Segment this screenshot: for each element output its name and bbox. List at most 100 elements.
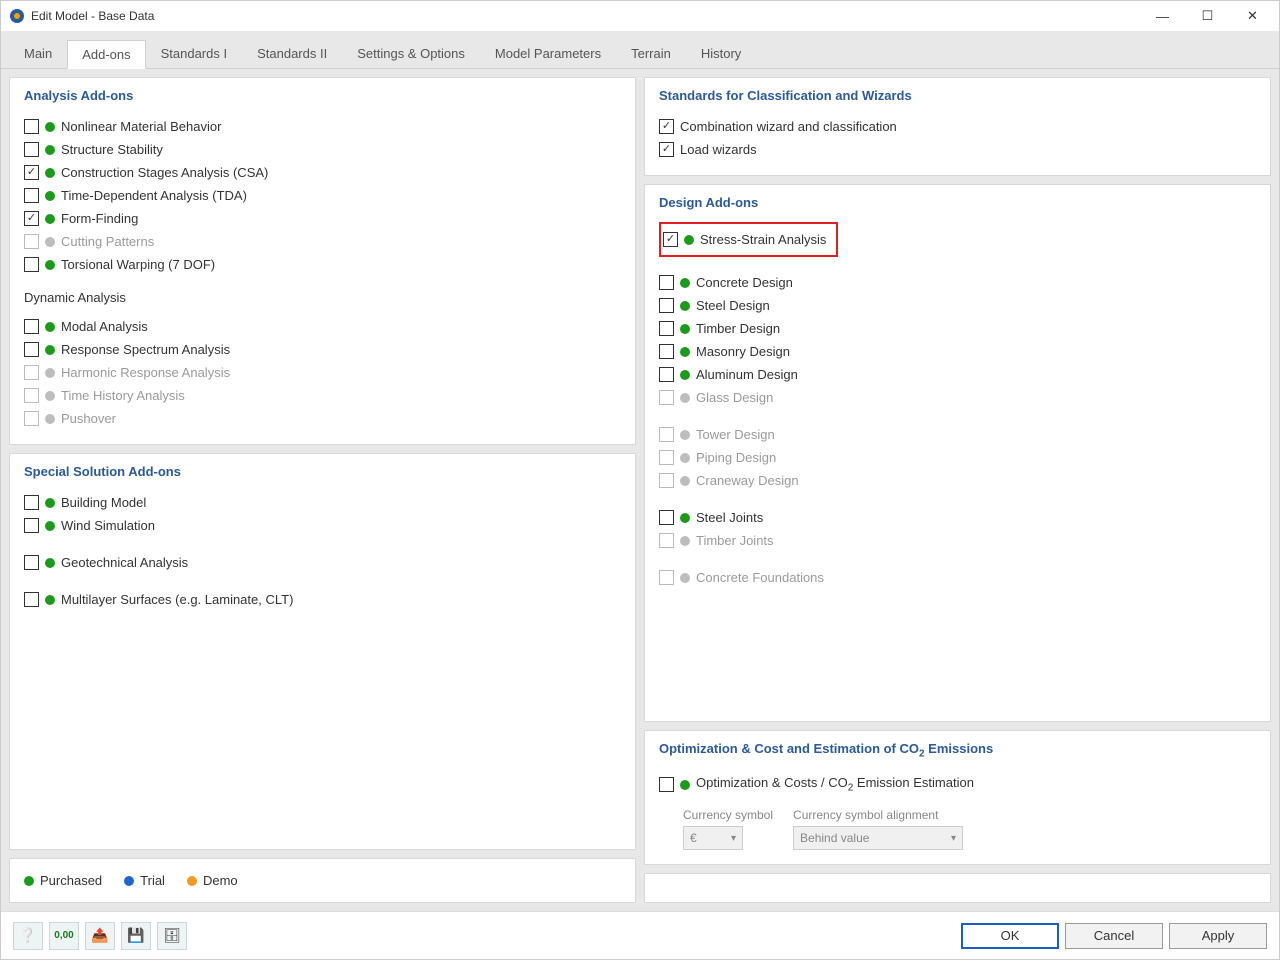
checkbox-stress-strain[interactable] xyxy=(663,232,678,247)
special-panel: Special Solution Add-ons Building ModelW… xyxy=(9,453,636,850)
option-label: Steel Joints xyxy=(696,510,763,525)
checkbox[interactable] xyxy=(659,321,674,336)
export-button[interactable]: 📤 xyxy=(85,922,115,950)
optimization-item: Optimization & Costs / CO2 Emission Esti… xyxy=(659,771,1256,798)
checkbox-optimization[interactable] xyxy=(659,777,674,792)
option-label: Steel Design xyxy=(696,298,770,313)
database-button[interactable]: 🗄 xyxy=(157,922,187,950)
status-dot-icon xyxy=(45,260,55,270)
status-dot-icon xyxy=(45,214,55,224)
stress-strain-highlight: Stress-Strain Analysis xyxy=(659,222,838,257)
status-dot-icon xyxy=(680,347,690,357)
checkbox[interactable] xyxy=(24,119,39,134)
checkbox[interactable] xyxy=(659,298,674,313)
checkbox[interactable] xyxy=(659,367,674,382)
status-dot-icon xyxy=(45,414,55,424)
option-row: Cutting Patterns xyxy=(24,230,621,253)
checkbox[interactable] xyxy=(24,165,39,180)
option-row: Structure Stability xyxy=(24,138,621,161)
option-row: Geotechnical Analysis xyxy=(24,551,621,574)
checkbox[interactable] xyxy=(659,344,674,359)
option-row: Nonlinear Material Behavior xyxy=(24,115,621,138)
tab-terrain[interactable]: Terrain xyxy=(616,39,686,68)
option-label: Glass Design xyxy=(696,390,773,405)
help-button[interactable]: ❔ xyxy=(13,922,43,950)
window-title: Edit Model - Base Data xyxy=(31,9,1140,23)
status-dot-icon xyxy=(680,780,690,790)
checkbox[interactable] xyxy=(659,275,674,290)
tab-standards-ii[interactable]: Standards II xyxy=(242,39,342,68)
option-label: Piping Design xyxy=(696,450,776,465)
option-row: Craneway Design xyxy=(659,469,1256,492)
option-label: Torsional Warping (7 DOF) xyxy=(61,257,215,272)
status-dot-icon xyxy=(680,370,690,380)
tabs: MainAdd-onsStandards IStandards IISettin… xyxy=(1,31,1279,69)
tab-history[interactable]: History xyxy=(686,39,756,68)
checkbox[interactable] xyxy=(24,142,39,157)
tab-model-parameters[interactable]: Model Parameters xyxy=(480,39,616,68)
checkbox[interactable] xyxy=(24,495,39,510)
currency-select[interactable]: € ▾ xyxy=(683,826,743,850)
option-label: Pushover xyxy=(61,411,116,426)
apply-button[interactable]: Apply xyxy=(1169,923,1267,949)
checkbox xyxy=(659,427,674,442)
status-dot-icon xyxy=(684,235,694,245)
checkbox[interactable] xyxy=(659,119,674,134)
checkbox[interactable] xyxy=(659,142,674,157)
option-label: Wind Simulation xyxy=(61,518,155,533)
checkbox[interactable] xyxy=(659,510,674,525)
checkbox[interactable] xyxy=(24,555,39,570)
option-label: Modal Analysis xyxy=(61,319,148,334)
tab-standards-i[interactable]: Standards I xyxy=(146,39,243,68)
content: Analysis Add-ons Nonlinear Material Beha… xyxy=(1,69,1279,911)
option-row: Pushover xyxy=(24,407,621,430)
status-dot-icon xyxy=(45,345,55,355)
cancel-button[interactable]: Cancel xyxy=(1065,923,1163,949)
currency-label: Currency symbol xyxy=(683,808,773,822)
standards-title: Standards for Classification and Wizards xyxy=(659,88,1256,103)
option-row: Wind Simulation xyxy=(24,514,621,537)
save-button[interactable]: 💾 xyxy=(121,922,151,950)
titlebar: Edit Model - Base Data — ☐ ✕ xyxy=(1,1,1279,31)
option-row: Concrete Foundations xyxy=(659,566,1256,589)
export-icon: 📤 xyxy=(91,927,108,944)
option-label: Harmonic Response Analysis xyxy=(61,365,230,380)
status-dot-icon xyxy=(45,322,55,332)
dot-blue-icon xyxy=(124,876,134,886)
checkbox[interactable] xyxy=(24,592,39,607)
option-row: Response Spectrum Analysis xyxy=(24,338,621,361)
checkbox[interactable] xyxy=(24,188,39,203)
chevron-down-icon: ▾ xyxy=(731,833,736,844)
checkbox[interactable] xyxy=(24,319,39,334)
legend-trial: Trial xyxy=(124,873,165,888)
status-dot-icon xyxy=(45,122,55,132)
tab-main[interactable]: Main xyxy=(9,39,67,68)
option-row: Time History Analysis xyxy=(24,384,621,407)
status-dot-icon xyxy=(45,595,55,605)
status-dot-icon xyxy=(680,573,690,583)
close-button[interactable]: ✕ xyxy=(1230,2,1275,30)
checkbox[interactable] xyxy=(24,211,39,226)
checkbox[interactable] xyxy=(24,342,39,357)
units-button[interactable]: 0,00 xyxy=(49,922,79,950)
checkbox xyxy=(659,570,674,585)
status-dot-icon xyxy=(680,476,690,486)
checkbox xyxy=(24,365,39,380)
ok-button[interactable]: OK xyxy=(961,923,1059,949)
maximize-button[interactable]: ☐ xyxy=(1185,2,1230,30)
option-row: Combination wizard and classification xyxy=(659,115,1256,138)
alignment-select[interactable]: Behind value ▾ xyxy=(793,826,963,850)
alignment-label: Currency symbol alignment xyxy=(793,808,963,822)
option-row: Harmonic Response Analysis xyxy=(24,361,621,384)
checkbox[interactable] xyxy=(24,518,39,533)
status-dot-icon xyxy=(680,536,690,546)
minimize-button[interactable]: — xyxy=(1140,2,1185,30)
checkbox[interactable] xyxy=(24,257,39,272)
option-label: Multilayer Surfaces (e.g. Laminate, CLT) xyxy=(61,592,293,607)
option-label: Construction Stages Analysis (CSA) xyxy=(61,165,268,180)
option-row: Glass Design xyxy=(659,386,1256,409)
option-row: Timber Joints xyxy=(659,529,1256,552)
tab-settings-options[interactable]: Settings & Options xyxy=(342,39,480,68)
app-icon xyxy=(9,8,25,24)
tab-add-ons[interactable]: Add-ons xyxy=(67,40,145,69)
